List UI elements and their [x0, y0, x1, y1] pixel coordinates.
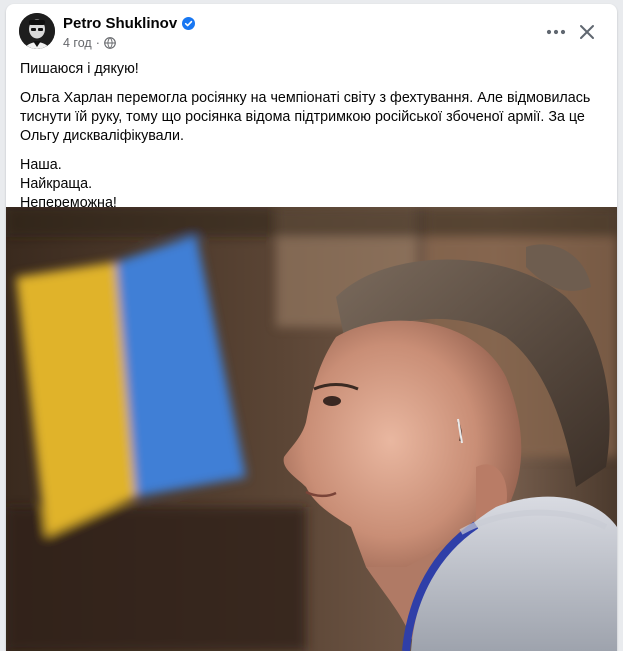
more-horizontal-icon	[546, 29, 566, 35]
post-text-line: Найкраща.	[20, 176, 93, 192]
post-photo[interactable]	[6, 207, 617, 651]
author-name[interactable]: Petro Shuklinov	[63, 15, 177, 32]
post-text-line: Наша.	[20, 157, 62, 173]
verified-badge-icon	[182, 17, 196, 30]
avatar-image	[19, 13, 55, 49]
photo-fencer-with-flag	[6, 207, 617, 651]
more-options-button[interactable]	[541, 17, 571, 47]
post-header: Petro Shuklinov 4 год ·	[6, 4, 617, 60]
close-button[interactable]	[572, 17, 602, 47]
facebook-post: Petro Shuklinov 4 год · Пишаюся і дякую!…	[6, 4, 617, 651]
avatar[interactable]	[19, 13, 55, 49]
post-text-paragraph: Ольга Харлан перемогла росіянку на чемпі…	[20, 90, 591, 144]
meta-separator: ·	[95, 36, 100, 50]
post-text: Пишаюся і дякую! Ольга Харлан перемогла …	[6, 60, 617, 213]
post-timestamp[interactable]: 4 год	[63, 36, 92, 50]
close-icon	[580, 25, 594, 39]
post-text-line: Пишаюся і дякую!	[20, 61, 139, 77]
globe-icon[interactable]	[104, 37, 116, 49]
